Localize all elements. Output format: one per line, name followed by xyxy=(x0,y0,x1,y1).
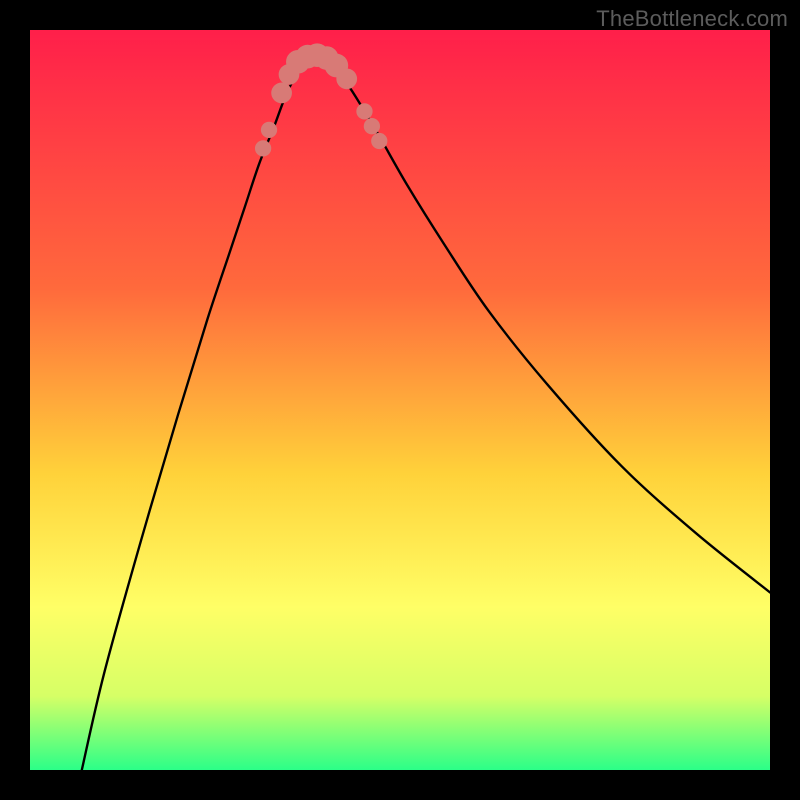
curve-layer xyxy=(30,30,770,770)
curve-dot xyxy=(371,133,387,149)
curve-dot xyxy=(336,68,357,89)
chart-stage: TheBottleneck.com xyxy=(0,0,800,800)
curve-dot xyxy=(255,140,271,156)
curve-dot xyxy=(364,118,380,134)
plot-area xyxy=(30,30,770,770)
bottleneck-curve xyxy=(82,56,770,770)
curve-dot xyxy=(261,122,277,138)
curve-dot xyxy=(356,103,372,119)
curve-dot xyxy=(271,83,292,104)
curve-dots xyxy=(255,43,387,156)
watermark-text: TheBottleneck.com xyxy=(596,6,788,32)
